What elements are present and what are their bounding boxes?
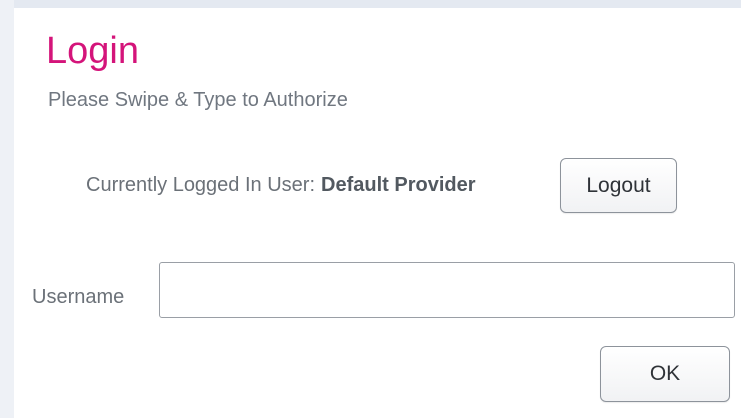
logout-button[interactable]: Logout bbox=[560, 158, 677, 213]
current-user-name: Default Provider bbox=[321, 173, 476, 196]
window-top-border bbox=[0, 0, 741, 8]
page-title: Login bbox=[46, 30, 139, 72]
window-left-border bbox=[0, 0, 14, 418]
username-input[interactable] bbox=[159, 262, 735, 318]
current-user-label: Currently Logged In User: bbox=[86, 173, 316, 196]
ok-button[interactable]: OK bbox=[600, 346, 730, 402]
page-subtitle: Please Swipe & Type to Authorize bbox=[48, 89, 348, 111]
login-dialog: Login Please Swipe & Type to Authorize C… bbox=[14, 8, 741, 418]
login-window: Login Please Swipe & Type to Authorize C… bbox=[0, 0, 741, 418]
username-label: Username bbox=[32, 286, 125, 308]
current-user-row: Currently Logged In User: Default Provid… bbox=[86, 158, 476, 212]
